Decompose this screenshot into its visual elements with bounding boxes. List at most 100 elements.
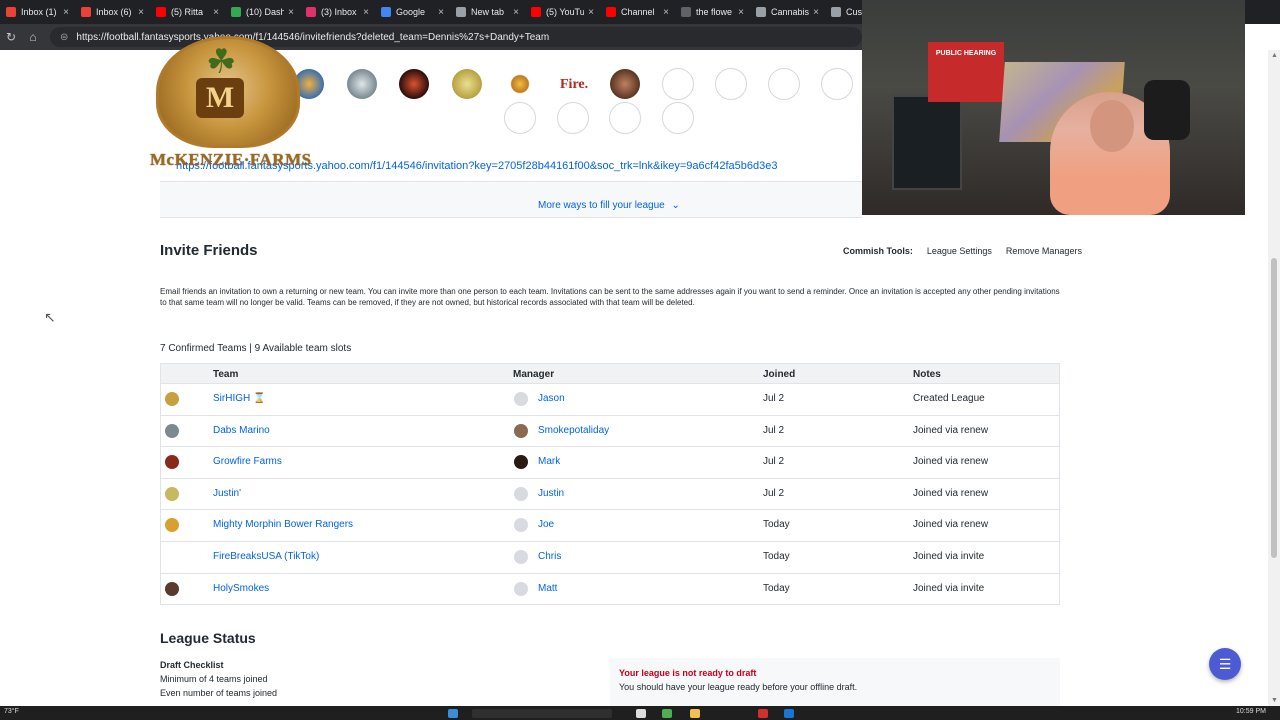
tab-favicon-icon bbox=[681, 7, 691, 17]
page-title: Invite Friends bbox=[160, 242, 258, 259]
reload-icon[interactable]: ↻ bbox=[0, 30, 22, 44]
close-icon[interactable]: × bbox=[513, 7, 519, 18]
close-icon[interactable]: × bbox=[588, 7, 594, 18]
close-icon[interactable]: × bbox=[438, 7, 444, 18]
home-icon[interactable]: ⌂ bbox=[22, 30, 44, 44]
close-icon[interactable]: × bbox=[63, 7, 69, 18]
header-manager: Manager bbox=[513, 369, 555, 380]
manager-name-link[interactable]: Justin bbox=[538, 488, 564, 499]
team-logo-icon[interactable] bbox=[165, 549, 179, 564]
remove-managers-link[interactable]: Remove Managers bbox=[1006, 246, 1082, 256]
team-logo-5[interactable] bbox=[505, 69, 535, 99]
close-icon[interactable]: × bbox=[813, 7, 819, 18]
team-logo-icon[interactable] bbox=[165, 486, 179, 501]
chrome-icon[interactable] bbox=[662, 709, 672, 718]
manager-name-link[interactable]: Jason bbox=[538, 393, 565, 404]
manager-avatar bbox=[514, 549, 528, 564]
manager-name-link[interactable]: Smokepotaliday bbox=[538, 425, 609, 436]
team-name-link[interactable]: FireBreaksUSA (TikTok) bbox=[213, 551, 319, 562]
browser-tab[interactable]: (5) YouTu × bbox=[525, 1, 600, 23]
team-logo-icon[interactable] bbox=[165, 581, 179, 596]
team-notes: Joined via renew bbox=[913, 519, 989, 531]
table-row: Dabs Marino Smokepotaliday Jul 2 Joined via… bbox=[160, 415, 1060, 448]
team-name-link[interactable]: Justin' bbox=[213, 488, 241, 499]
browser-tab[interactable]: Inbox (6) × bbox=[75, 1, 150, 23]
team-name-link[interactable]: HolySmokes bbox=[213, 583, 269, 594]
webcam-overlay: PUBLIC HEARING bbox=[862, 0, 1245, 215]
tab-title: Cannabis bbox=[771, 7, 810, 17]
team-logo-4[interactable] bbox=[452, 69, 482, 99]
tab-title: New tab bbox=[471, 7, 505, 17]
team-notes: Joined via invite bbox=[913, 582, 985, 594]
team-name-link[interactable]: Dabs Marino bbox=[213, 425, 270, 436]
site-info-icon[interactable]: ⊜ bbox=[60, 32, 68, 43]
empty-slot-6[interactable] bbox=[557, 102, 589, 134]
close-icon[interactable]: × bbox=[213, 7, 219, 18]
close-icon[interactable]: × bbox=[138, 7, 144, 18]
browser-tab[interactable]: (10) Dash × bbox=[225, 1, 300, 23]
scroll-down-icon[interactable]: ▼ bbox=[1271, 697, 1278, 704]
more-ways-button[interactable]: More ways to fill your league ⌄ bbox=[538, 200, 680, 211]
empty-slot-3[interactable] bbox=[768, 68, 800, 100]
team-logo-icon[interactable] bbox=[165, 423, 179, 438]
page-scrollbar[interactable]: ▲ ▼ bbox=[1268, 50, 1280, 706]
empty-slot-7[interactable] bbox=[609, 102, 641, 134]
clock[interactable]: 10:59 PM bbox=[1236, 708, 1266, 715]
team-logo-2[interactable] bbox=[347, 69, 377, 99]
browser-tab[interactable]: (5) Ritta × bbox=[150, 1, 225, 23]
tab-title: (5) YouTu bbox=[546, 7, 585, 17]
manager-avatar bbox=[514, 455, 528, 470]
team-logo-3[interactable] bbox=[399, 69, 429, 99]
team-logo-icon[interactable] bbox=[165, 455, 179, 470]
tab-favicon-icon bbox=[606, 7, 616, 17]
empty-slot-5[interactable] bbox=[504, 102, 536, 134]
scrollbar-thumb[interactable] bbox=[1271, 258, 1277, 558]
browser-tab[interactable]: Google × bbox=[375, 1, 450, 23]
joined-date: Jul 2 bbox=[763, 393, 785, 404]
browser-tab[interactable]: the flowe × bbox=[675, 1, 750, 23]
close-icon[interactable]: × bbox=[288, 7, 294, 18]
team-name-link[interactable]: Mighty Morphin Bower Rangers bbox=[213, 519, 353, 530]
team-name-link[interactable]: SirHIGH ⌛ bbox=[213, 393, 265, 404]
empty-slot-8[interactable] bbox=[662, 102, 694, 134]
address-toolbar: ↻ ⌂ ⊜ https://football.fantasysports.yah… bbox=[0, 24, 862, 50]
team-logo-7[interactable] bbox=[610, 69, 640, 99]
more-ways-bar bbox=[160, 182, 862, 218]
team-logo-icon[interactable] bbox=[165, 518, 179, 533]
browser-tab[interactable]: Inbox (1) × bbox=[0, 1, 75, 23]
manager-avatar bbox=[514, 581, 528, 596]
empty-slot-2[interactable] bbox=[715, 68, 747, 100]
manager-name-link[interactable]: Joe bbox=[538, 519, 554, 530]
taskbar-search[interactable] bbox=[472, 709, 612, 718]
empty-slot-4[interactable] bbox=[821, 68, 853, 100]
not-ready-title: Your league is not ready to draft bbox=[619, 668, 757, 678]
tab-favicon-icon bbox=[156, 7, 166, 17]
team-name-link[interactable]: Growfire Farms bbox=[213, 456, 282, 467]
chat-button[interactable]: ☰ bbox=[1209, 648, 1241, 680]
browser-tab[interactable]: Channel × bbox=[600, 1, 675, 23]
team-logo-icon[interactable] bbox=[165, 392, 179, 406]
not-ready-subtitle: You should have your league ready before… bbox=[619, 682, 858, 692]
browser-tab[interactable]: (3) Inbox × bbox=[300, 1, 375, 23]
scroll-up-icon[interactable]: ▲ bbox=[1271, 52, 1278, 59]
table-row: SirHIGH ⌛ Jason Jul 2 Created League bbox=[160, 384, 1060, 416]
browser-tab[interactable]: Cannabis × bbox=[750, 1, 825, 23]
league-settings-link[interactable]: League Settings bbox=[927, 246, 992, 256]
empty-slot-1[interactable] bbox=[662, 68, 694, 100]
browser-tab[interactable]: New tab × bbox=[450, 1, 525, 23]
app-icon[interactable] bbox=[758, 709, 768, 718]
manager-name-link[interactable]: Mark bbox=[538, 456, 560, 467]
manager-name-link[interactable]: Chris bbox=[538, 551, 561, 562]
app-icon[interactable] bbox=[784, 709, 794, 718]
microphone-icon bbox=[1144, 80, 1190, 140]
folder-icon[interactable] bbox=[690, 709, 700, 718]
joined-date: Jul 2 bbox=[763, 456, 785, 468]
start-icon[interactable] bbox=[448, 709, 458, 718]
joined-date: Today bbox=[763, 550, 790, 562]
team-logo-6[interactable]: Fire. bbox=[560, 77, 588, 93]
manager-name-link[interactable]: Matt bbox=[538, 583, 557, 594]
task-view-icon[interactable] bbox=[636, 709, 646, 718]
close-icon[interactable]: × bbox=[663, 7, 669, 18]
close-icon[interactable]: × bbox=[738, 7, 744, 18]
close-icon[interactable]: × bbox=[363, 7, 369, 18]
